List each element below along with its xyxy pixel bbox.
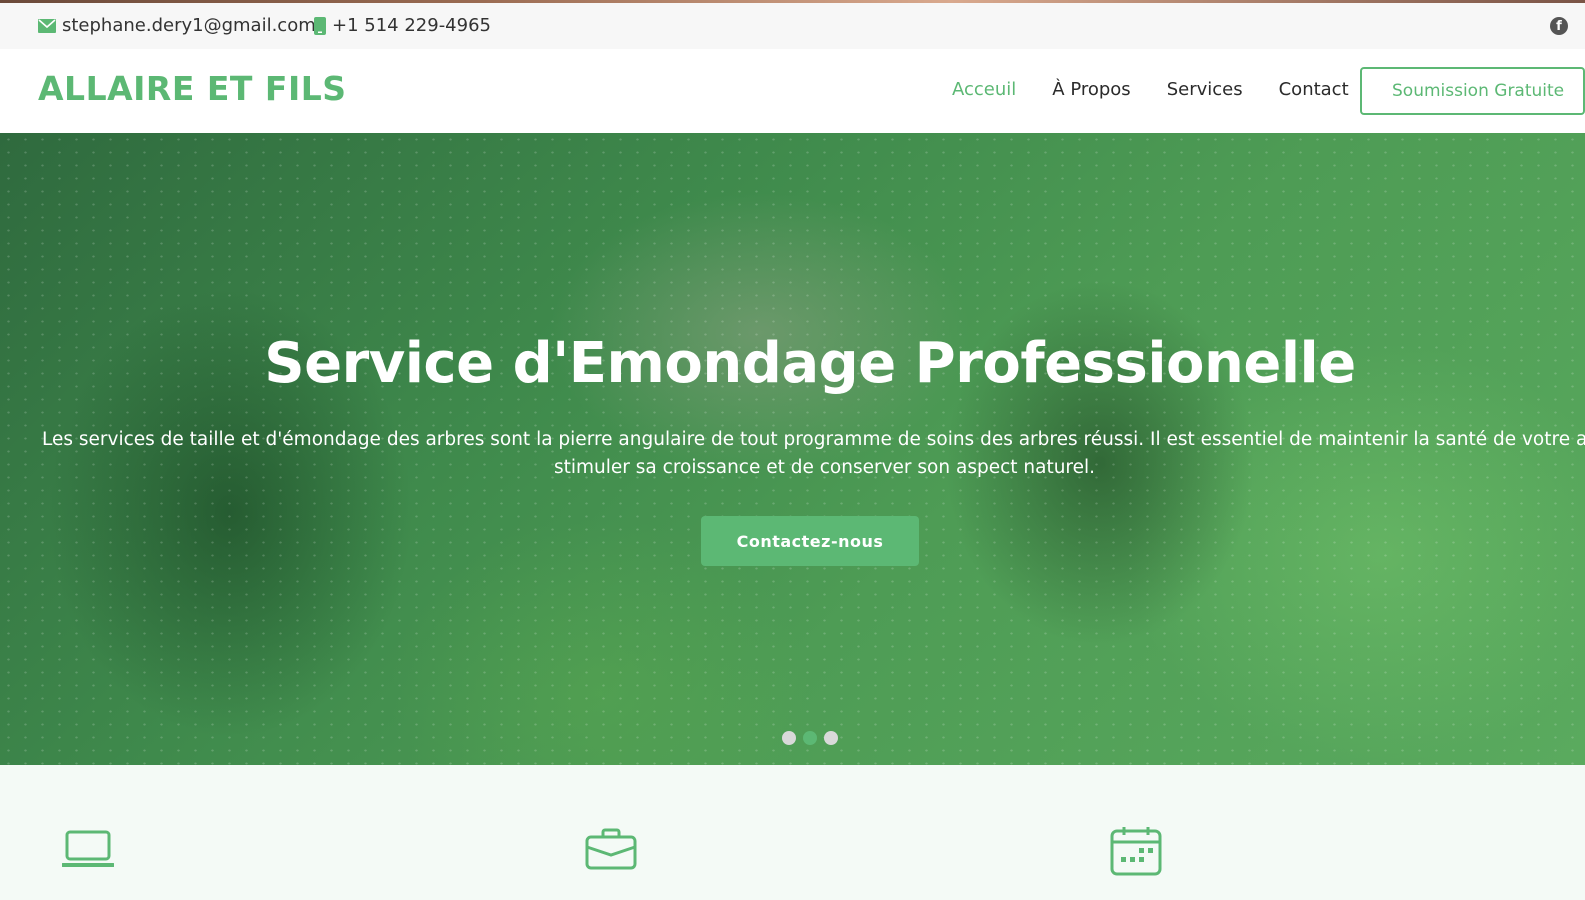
email-contact[interactable]: stephane.dery1@gmail.com (38, 15, 316, 36)
carousel-dot-2[interactable] (803, 731, 817, 745)
hero-description-line-2: stimuler sa croissance et de conserver s… (554, 457, 1096, 478)
envelope-icon (38, 18, 56, 33)
phone-contact[interactable]: +1 514 229-4965 (314, 15, 491, 36)
site-logo[interactable]: ALLAIRE ET FILS (38, 69, 347, 108)
facebook-icon[interactable]: f (1550, 17, 1568, 35)
main-navbar: ALLAIRE ET FILS Acceuil À Propos Service… (0, 49, 1585, 133)
carousel-dot-3[interactable] (824, 731, 838, 745)
nav-item-acceuil[interactable]: Acceuil (952, 79, 1016, 100)
hero-carousel: Service d'Emondage Professionelle Les se… (0, 133, 1585, 765)
phone-text: +1 514 229-4965 (332, 15, 491, 36)
nav-item-a-propos[interactable]: À Propos (1052, 79, 1130, 100)
contact-us-button[interactable]: Contactez-nous (701, 516, 919, 566)
main-nav: Acceuil À Propos Services Contact (952, 79, 1385, 100)
hero-description-line-1: Les services de taille et d'émondage des… (42, 429, 1585, 450)
nav-item-services[interactable]: Services (1167, 79, 1243, 100)
carousel-dot-1[interactable] (782, 731, 796, 745)
laptop-icon (61, 829, 115, 875)
briefcase-icon (585, 827, 637, 875)
hero-description: Les services de taille et d'émondage des… (42, 426, 1585, 482)
carousel-indicators (782, 731, 845, 745)
nav-item-contact[interactable]: Contact (1279, 79, 1349, 100)
mobile-phone-icon (314, 16, 326, 35)
contact-topbar: stephane.dery1@gmail.com +1 514 229-4965… (0, 3, 1585, 49)
features-section (0, 765, 1585, 900)
hero-title: Service d'Emondage Professionelle (264, 331, 1356, 396)
email-text: stephane.dery1@gmail.com (62, 15, 316, 36)
free-quote-button[interactable]: Soumission Gratuite (1360, 67, 1585, 115)
calendar-icon (1110, 825, 1162, 881)
